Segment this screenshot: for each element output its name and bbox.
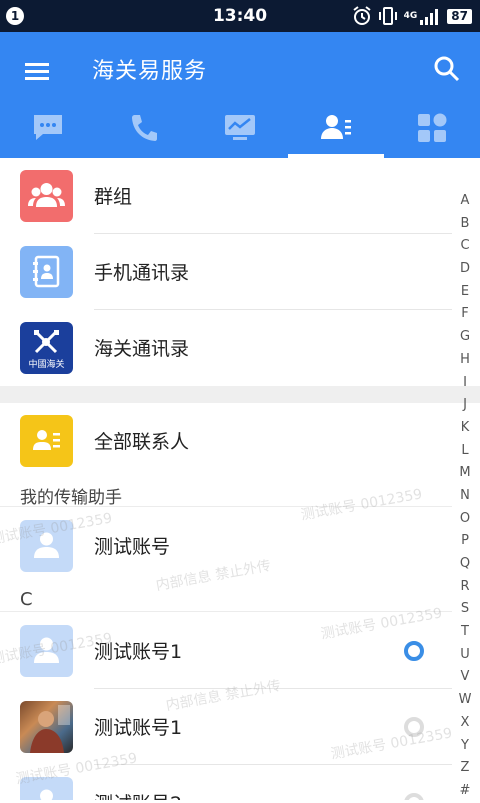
list-item-groups[interactable]: 群组 <box>0 158 452 234</box>
index-letter[interactable]: X <box>450 712 480 735</box>
avatar-photo <box>20 701 73 753</box>
avatar <box>20 520 73 572</box>
offline-status-icon <box>404 793 424 800</box>
index-letter[interactable]: R <box>450 576 480 599</box>
list-item-label: 测试账号1 <box>94 717 183 739</box>
avatar <box>20 246 73 298</box>
index-letter[interactable]: U <box>450 644 480 667</box>
customs-emblem-text: 中國海关 <box>28 360 65 370</box>
tab-apps[interactable] <box>384 100 480 158</box>
avatar <box>20 625 73 677</box>
index-letter[interactable]: P <box>450 530 480 553</box>
list-item-contact[interactable]: 测试账号1 <box>0 613 452 689</box>
list-item-label: 全部联系人 <box>94 431 190 453</box>
divider <box>0 506 452 507</box>
list-item-phone-contacts[interactable]: 手机通讯录 <box>0 234 452 310</box>
monitor-icon <box>225 115 255 140</box>
index-letter[interactable]: V <box>450 666 480 689</box>
index-letter[interactable]: D <box>450 258 480 281</box>
index-letter[interactable]: C <box>450 235 480 258</box>
tab-dashboard[interactable] <box>192 100 288 158</box>
index-letter[interactable]: M <box>450 462 480 485</box>
index-letter[interactable]: J <box>450 394 480 417</box>
index-letter[interactable]: E <box>450 281 480 304</box>
online-status-icon <box>404 641 424 661</box>
status-bar: 1 13:40 4G 87 <box>0 0 480 32</box>
index-letter[interactable]: G <box>450 326 480 349</box>
apps-icon <box>418 113 447 142</box>
index-letter[interactable]: S <box>450 598 480 621</box>
vibrate-icon <box>378 7 397 25</box>
alphabet-index-bar[interactable]: A B C D E F G H I J K L M N O P Q R S T U V W X Y Z # <box>450 190 480 800</box>
avatar <box>20 777 73 800</box>
section-header-c: C <box>20 589 33 610</box>
index-letter[interactable]: Z <box>450 757 480 780</box>
index-letter[interactable]: H <box>450 349 480 372</box>
list-item-label: 群组 <box>94 186 133 208</box>
list-item-label: 海关通讯录 <box>94 338 190 360</box>
index-letter[interactable]: Y <box>450 735 480 758</box>
index-letter[interactable]: Q <box>450 553 480 576</box>
offline-status-icon <box>404 717 424 737</box>
index-letter[interactable]: O <box>450 508 480 531</box>
group-icon <box>28 183 65 207</box>
index-letter[interactable]: F <box>450 303 480 326</box>
person-icon <box>40 789 53 800</box>
search-icon[interactable] <box>432 54 462 84</box>
avatar <box>20 415 73 467</box>
tab-bar <box>0 100 480 158</box>
index-letter[interactable]: W <box>450 689 480 712</box>
chat-icon <box>34 115 62 140</box>
tab-messages[interactable] <box>0 100 96 158</box>
avatar <box>20 170 73 222</box>
tab-contacts[interactable] <box>288 100 384 158</box>
index-letter[interactable]: B <box>450 213 480 236</box>
index-letter[interactable]: L <box>450 440 480 463</box>
list-item-label: 测试账号2 <box>94 789 182 800</box>
signal-icon <box>420 9 439 25</box>
list-item-contact[interactable]: 测试账号1 <box>0 689 452 765</box>
battery-level: 87 <box>447 8 472 24</box>
index-letter[interactable]: N <box>450 485 480 508</box>
divider <box>0 611 452 612</box>
list-item-label: 测试账号 <box>94 536 171 558</box>
address-book-icon <box>33 255 60 288</box>
list-item-label: 手机通讯录 <box>94 262 190 284</box>
app-bar: 海关易服务 <box>0 32 480 158</box>
list-item-all-contacts[interactable]: 全部联系人 <box>0 403 452 479</box>
menu-icon[interactable] <box>22 56 52 86</box>
list-item-customs-contacts[interactable]: 中國海关 海关通讯录 <box>0 310 452 386</box>
contacts-icon <box>321 115 351 139</box>
phone-icon <box>132 115 157 141</box>
index-letter[interactable]: A <box>450 190 480 213</box>
contacts-list: 群组 手机通讯录 中國海关 海关通讯录 全部联系人 我的传输助手 测试账号 C … <box>0 158 480 800</box>
index-letter[interactable]: K <box>450 417 480 440</box>
index-letter[interactable]: # <box>450 780 480 803</box>
list-item-contact[interactable]: 测试账号2 <box>0 765 452 800</box>
section-separator <box>0 386 480 403</box>
avatar: 中國海关 <box>20 322 73 374</box>
status-indicators: 4G 87 <box>352 6 472 26</box>
network-type-label: 4G <box>403 11 418 21</box>
app-title: 海关易服务 <box>92 59 208 84</box>
section-header-transfer-helper: 我的传输助手 <box>20 488 122 508</box>
profile-photo <box>30 705 70 753</box>
list-item-label: 测试账号1 <box>94 641 183 663</box>
person-icon <box>34 637 59 663</box>
person-icon <box>34 532 59 558</box>
index-letter[interactable]: I <box>450 372 480 395</box>
list-item-transfer-helper[interactable]: 测试账号 <box>0 508 452 584</box>
tab-calls[interactable] <box>96 100 192 158</box>
alarm-icon <box>353 6 371 25</box>
index-letter[interactable]: T <box>450 621 480 644</box>
contact-card-icon <box>33 430 60 450</box>
